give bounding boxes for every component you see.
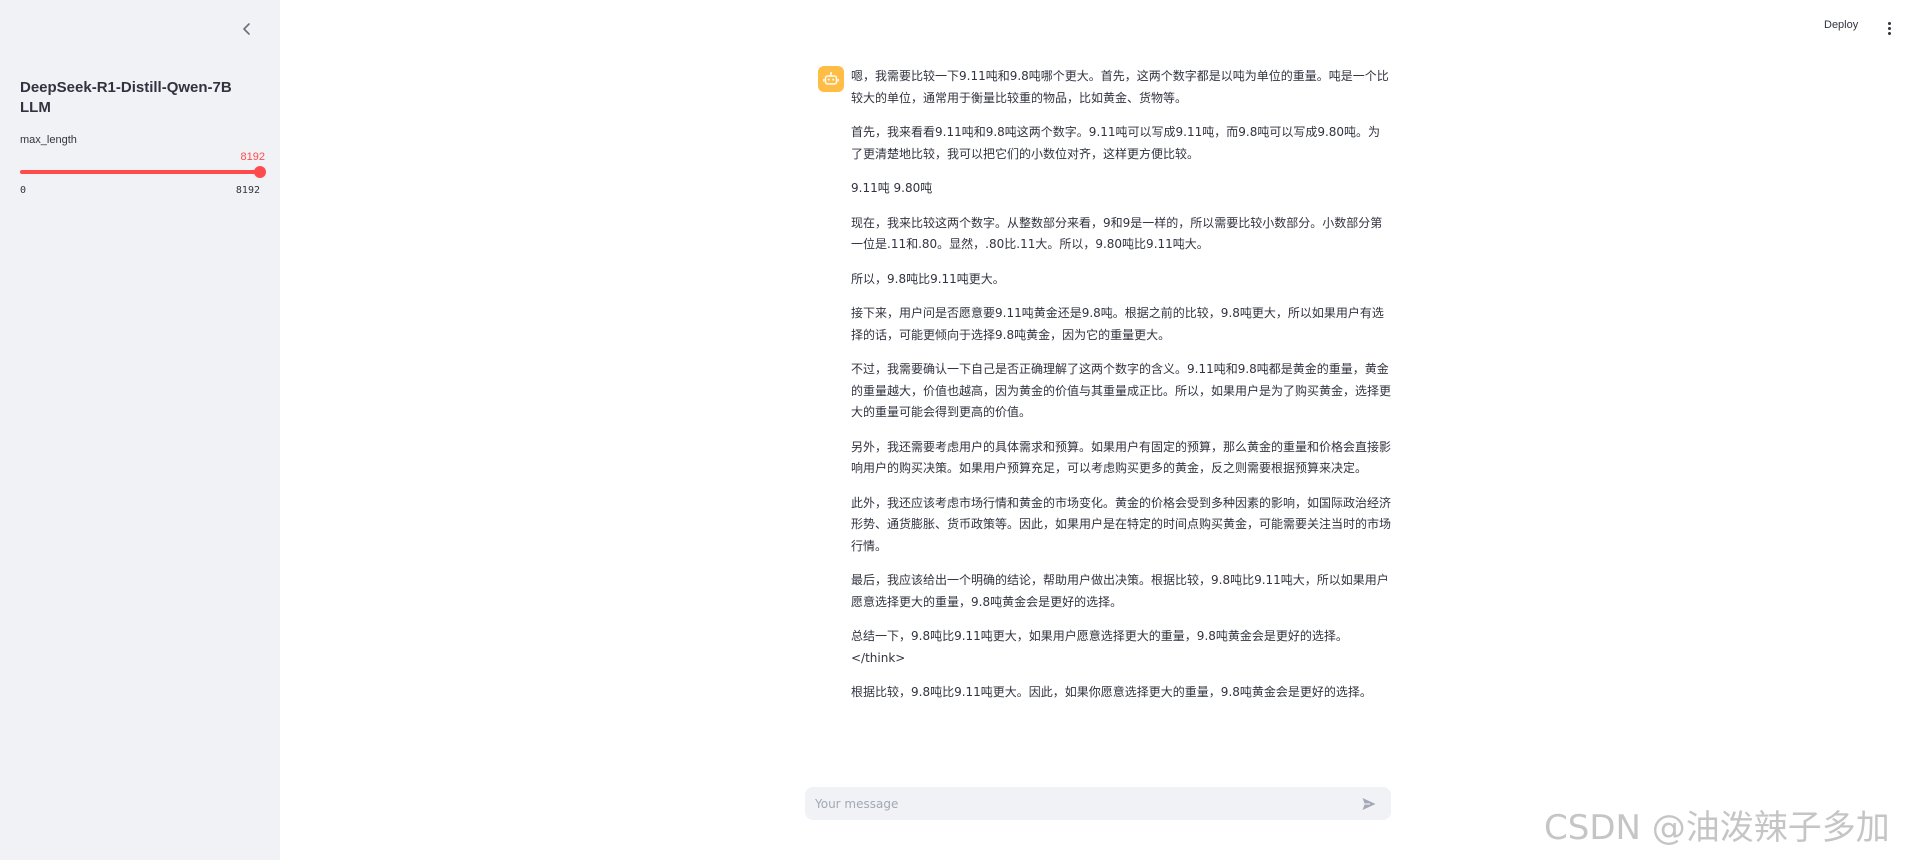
collapse-sidebar-button[interactable] — [236, 18, 258, 40]
sidebar: DeepSeek-R1-Distill-Qwen-7B LLM max_leng… — [0, 0, 280, 860]
message-paragraph: 此外，我还应该考虑市场行情和黄金的市场变化。黄金的价格会受到多种因素的影响，如国… — [851, 495, 1392, 553]
more-vertical-icon — [1887, 21, 1891, 25]
message-paragraph: 不过，我需要确认一下自己是否正确理解了这两个数字的含义。9.11吨和9.8吨都是… — [851, 362, 1392, 419]
slider-fill — [20, 170, 260, 174]
chevron-left-icon — [243, 23, 250, 35]
sidebar-title: DeepSeek-R1-Distill-Qwen-7B LLM — [20, 78, 250, 118]
assistant-message: 嗯，我需要比较一下9.11吨和9.8吨哪个更大。首先，这两个数字都是以吨为单位的… — [851, 66, 1391, 717]
deploy-button[interactable]: Deploy — [1824, 19, 1858, 37]
slider-thumb[interactable] — [254, 166, 266, 178]
message-paragraph: 另外，我还需要考虑用户的具体需求和预算。如果用户有固定的预算，那么黄金的重量和价… — [851, 439, 1392, 476]
send-button[interactable] — [1360, 795, 1378, 813]
slider-current-value: 8192 — [240, 151, 265, 163]
slider-min-label: 0 — [20, 185, 27, 196]
assistant-avatar — [818, 66, 844, 92]
message-paragraph: 根据比较，9.8吨比9.11吨更大。因此，如果你愿意选择更大的重量，9.8吨黄金… — [851, 685, 1372, 699]
watermark: CSDN @油泼辣子多加 — [1544, 808, 1890, 848]
message-paragraph: 所以，9.8吨比9.11吨更大。 — [851, 271, 1005, 286]
more-vertical-icon-dot — [1887, 31, 1891, 35]
bot-icon — [823, 72, 839, 85]
slider-label: max_length — [20, 134, 77, 146]
max-length-slider[interactable] — [20, 166, 266, 178]
slider-max-label: 8192 — [235, 185, 260, 196]
sidebar-title-model: DeepSeek-R1-Distill-Qwen-7B — [20, 79, 232, 96]
message-paragraph: 最后，我应该给出一个明确的结论，帮助用户做出决策。根据比较，9.8吨比9.11吨… — [851, 573, 1389, 609]
send-icon — [1362, 798, 1376, 810]
message-paragraph: 9.11吨 9.80吨 — [851, 181, 933, 195]
app-window: DeepSeek-R1-Distill-Qwen-7B LLM max_leng… — [0, 0, 1914, 860]
message-paragraph: 总结一下，9.8吨比9.11吨更大，如果用户愿意选择更大的重量，9.8吨黄金会是… — [851, 629, 1348, 665]
more-vertical-icon-dot — [1887, 26, 1891, 30]
message-paragraph: 接下来，用户问是否愿意要9.11吨黄金还是9.8吨。根据之前的比较，9.8吨更大… — [851, 306, 1384, 342]
message-paragraph: 现在，我来比较这两个数字。从整数部分来看，9和9是一样的，所以需要比较小数部分。… — [851, 215, 1383, 252]
chat-input[interactable] — [805, 787, 1345, 820]
sidebar-title-suffix: LLM — [20, 99, 51, 116]
message-paragraph: 首先，我来看看9.11吨和9.8吨这两个数字。9.11吨可以写成9.11吨，而9… — [851, 125, 1381, 161]
main-menu-button[interactable] — [1882, 18, 1896, 38]
chat-input-container — [805, 787, 1391, 820]
message-paragraph: 嗯，我需要比较一下9.11吨和9.8吨哪个更大。首先，这两个数字都是以吨为单位的… — [851, 69, 1389, 105]
